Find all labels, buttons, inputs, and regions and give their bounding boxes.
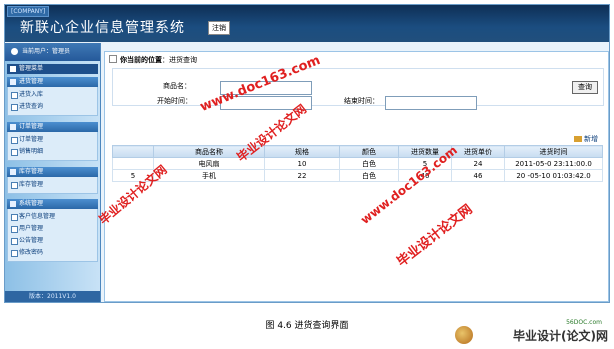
cell-spec: 22 — [264, 169, 340, 182]
main-panel: 你当前的位置：进货查询 商品名： 开始时间： 结束时间： 查询 新增 商品名称 … — [104, 51, 609, 302]
folder-icon — [10, 169, 16, 175]
menu-title: 管理菜单 — [19, 65, 44, 72]
sidebar-item-purchase-query[interactable]: 进货查询 — [8, 101, 97, 113]
end-time-label: 结束时间： — [344, 97, 379, 105]
doc-icon — [11, 104, 18, 111]
name-label: 商品名： — [163, 82, 191, 90]
table-row[interactable]: 电风扇 10 白色 5 24 2011-05-0 23:11:00.0 — [112, 157, 603, 170]
location-icon — [109, 55, 117, 63]
cell-color: 白色 — [339, 157, 399, 170]
user-icon — [11, 48, 18, 55]
menu-icon — [10, 66, 16, 72]
menu-group-title[interactable]: 库存管理 — [7, 167, 98, 177]
sidebar-item-password[interactable]: 修改密码 — [8, 247, 97, 259]
doc-icon — [11, 137, 18, 144]
menu-group-title[interactable]: 订单管理 — [7, 122, 98, 132]
logout-button[interactable]: 注销 — [208, 21, 230, 35]
table-row[interactable]: 5 手机 22 白色 40 46 20 -05-10 01:03:42.0 — [112, 169, 603, 182]
sidebar-item-orders[interactable]: 订单管理 — [8, 134, 97, 146]
globe-icon — [455, 326, 473, 344]
col-header: 规格 — [264, 145, 340, 158]
sidebar-item-notices[interactable]: 公告管理 — [8, 235, 97, 247]
doc-icon — [11, 149, 18, 156]
cell-price: 24 — [451, 157, 505, 170]
folder-icon — [10, 79, 16, 85]
menu-group-system: 系统管理 客户信息管理 用户管理 公告管理 修改密码 — [7, 199, 98, 262]
col-header: 进货时间 — [504, 145, 603, 158]
sidebar-item-sales-detail[interactable]: 销售明细 — [8, 146, 97, 158]
menu-group-orders: 订单管理 订单管理 销售明细 — [7, 122, 98, 161]
current-user-bar: 当前用户：管理员 — [5, 43, 100, 61]
query-button[interactable]: 查询 — [572, 81, 598, 94]
doc-icon — [11, 238, 18, 245]
start-time-label: 开始时间： — [157, 97, 192, 105]
col-header: 进货单价 — [451, 145, 505, 158]
sidebar: 当前用户：管理员 管理菜单 进货管理 进货入库 进货查询 订单管理 订单管理 销… — [5, 43, 101, 302]
sidebar-item-customers[interactable]: 客户信息管理 — [8, 211, 97, 223]
doc-icon — [11, 214, 18, 221]
folder-icon — [10, 124, 16, 130]
cell-id — [112, 157, 154, 170]
col-header: 颜色 — [339, 145, 399, 158]
add-icon — [574, 136, 582, 142]
doc-icon — [11, 250, 18, 257]
version-label: 版本：2011V1.0 — [5, 291, 100, 302]
corner-brand: 毕业设计(论文)网 — [513, 329, 608, 343]
search-form: 商品名： 开始时间： 结束时间： — [112, 68, 604, 110]
folder-icon — [10, 201, 16, 207]
corner-site: 56DOC.com — [566, 319, 602, 326]
breadcrumb-value: ：进货查询 — [162, 56, 197, 64]
menu-group-purchase: 进货管理 进货入库 进货查询 — [7, 77, 98, 116]
new-button[interactable]: 新增 — [574, 134, 598, 144]
col-header — [112, 145, 154, 158]
cell-name: 手机 — [153, 169, 265, 182]
sidebar-item-purchase-in[interactable]: 进货入库 — [8, 89, 97, 101]
app-window: [COMPANY] 新联心企业信息管理系统 注销 当前用户：管理员 管理菜单 进… — [4, 4, 610, 303]
current-user: 当前用户：管理员 — [22, 48, 71, 55]
cell-price: 46 — [451, 169, 505, 182]
doc-icon — [11, 92, 18, 99]
menu-group-title[interactable]: 系统管理 — [7, 199, 98, 209]
doc-icon — [11, 182, 18, 189]
purchase-table: 商品名称 规格 颜色 进货数量 进货单价 进货时间 电风扇 10 白色 5 24… — [112, 145, 603, 182]
company-badge: [COMPANY] — [7, 6, 50, 17]
end-time-input[interactable] — [385, 96, 477, 110]
menu-title-bar: 管理菜单 — [7, 64, 98, 74]
doc-icon — [11, 226, 18, 233]
cell-spec: 10 — [264, 157, 340, 170]
corner-logo: 56DOC.com 毕业设计(论文)网 — [455, 319, 610, 348]
app-title: 新联心企业信息管理系统 — [20, 20, 185, 36]
breadcrumb-label: 你当前的位置 — [120, 56, 162, 64]
table-header-row: 商品名称 规格 颜色 进货数量 进货单价 进货时间 — [112, 145, 603, 158]
header-banner: [COMPANY] 新联心企业信息管理系统 注销 — [5, 5, 609, 42]
breadcrumb: 你当前的位置：进货查询 — [109, 55, 197, 65]
menu-group-title[interactable]: 进货管理 — [7, 77, 98, 87]
menu-group-stock: 库存管理 库存管理 — [7, 167, 98, 194]
cell-time: 20 -05-10 01:03:42.0 — [504, 169, 603, 182]
cell-color: 白色 — [339, 169, 399, 182]
sidebar-item-users[interactable]: 用户管理 — [8, 223, 97, 235]
cell-time: 2011-05-0 23:11:00.0 — [504, 157, 603, 170]
sidebar-item-stock[interactable]: 库存管理 — [8, 179, 97, 191]
